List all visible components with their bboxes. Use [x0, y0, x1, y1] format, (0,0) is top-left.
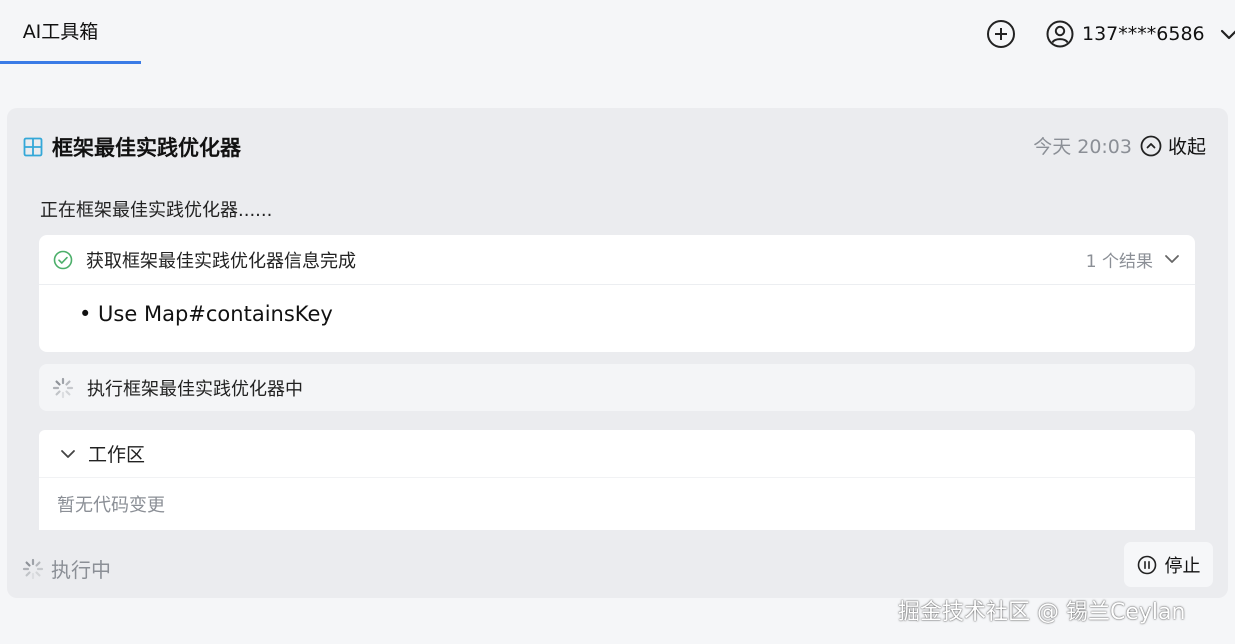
stop-label: 停止 [1164, 555, 1201, 577]
card-title: 框架最佳实践优化器 [52, 136, 241, 160]
pause-circle-icon [1137, 555, 1156, 574]
tool-run-card: 框架最佳实践优化器 今天 20:03 收起 正在框架最佳实践优化器...... … [7, 108, 1228, 598]
top-bar: AI工具箱 137****6586 [0, 0, 1235, 64]
loading-spinner-icon [22, 558, 44, 579]
footer-status-label: 执行中 [51, 558, 111, 582]
chevron-up-circle-icon[interactable] [1140, 135, 1162, 157]
workspace-panel: 工作区 暂无代码变更 [39, 430, 1195, 530]
list-item: • Use Map#containsKey [79, 302, 333, 326]
user-circle-icon [1046, 20, 1074, 48]
stop-button[interactable]: 停止 [1124, 542, 1213, 587]
result-panel: 获取框架最佳实践优化器信息完成 1 个结果 • Use Map#contains… [39, 235, 1195, 352]
check-circle-icon [53, 250, 73, 269]
watermark: 掘金技术社区 @ 锡兰Ceylan [898, 600, 1186, 625]
card-header: 框架最佳实践优化器 [23, 132, 241, 162]
layout-grid-icon [23, 137, 43, 157]
executing-label: 执行框架最佳实践优化器中 [87, 378, 303, 400]
workspace-title: 工作区 [88, 444, 146, 466]
result-count: 1 个结果 [1085, 252, 1153, 272]
status-text: 正在框架最佳实践优化器...... [40, 200, 273, 221]
workspace-empty-text: 暂无代码变更 [57, 495, 165, 516]
tab-ai-toolbox[interactable]: AI工具箱 [0, 0, 141, 64]
user-name: 137****6586 [1082, 23, 1205, 45]
loading-spinner-icon [52, 377, 74, 398]
timestamp: 今天 20:03 [1033, 136, 1132, 158]
chevron-down-icon[interactable] [1163, 250, 1181, 268]
chevron-down-icon [61, 449, 75, 458]
workspace-header[interactable]: 工作区 [39, 430, 1195, 478]
executing-step: 执行框架最佳实践优化器中 [39, 364, 1195, 411]
result-header[interactable]: 获取框架最佳实践优化器信息完成 [39, 235, 1195, 285]
add-button[interactable] [987, 20, 1015, 48]
footer-status: 执行中 [22, 554, 111, 583]
result-title: 获取框架最佳实践优化器信息完成 [86, 250, 356, 272]
collapse-button[interactable]: 收起 [1168, 132, 1206, 159]
user-menu[interactable]: 137****6586 [1046, 18, 1235, 50]
chevron-down-icon[interactable] [1219, 24, 1235, 44]
card-meta: 今天 20:03 收起 [1033, 132, 1206, 159]
